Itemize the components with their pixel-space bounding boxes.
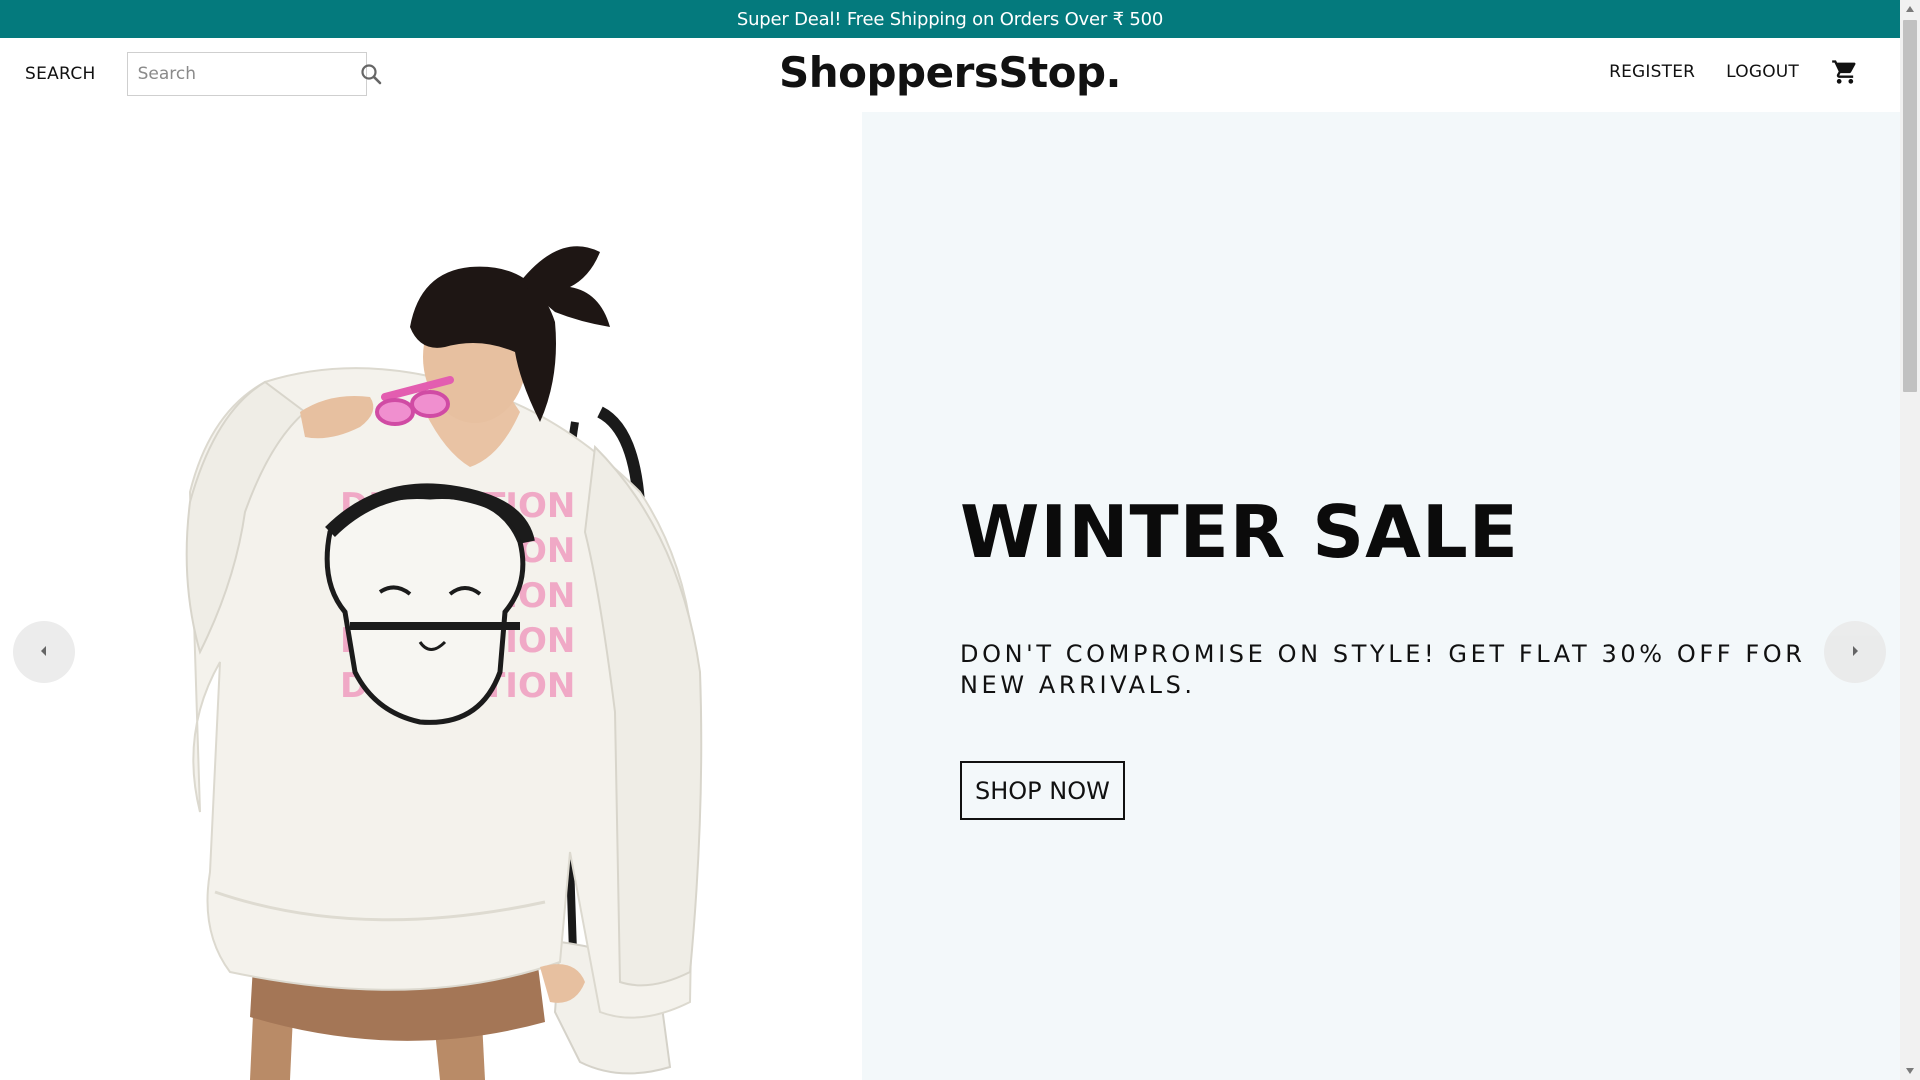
announcement-bar: Super Deal! Free Shipping on Orders Over… xyxy=(0,0,1900,38)
search-box[interactable] xyxy=(126,52,381,96)
search-input[interactable] xyxy=(135,53,359,95)
model-image: DISTORTION DISTORTION DISTORTION DISTORT… xyxy=(185,246,703,1080)
announcement-text: Super Deal! Free Shipping on Orders Over… xyxy=(736,8,1164,30)
nav-left: SEARCH xyxy=(25,52,381,96)
slide-info: WINTER SALE DON'T COMPROMISE ON STYLE! G… xyxy=(862,112,1900,1080)
register-link[interactable]: REGISTER xyxy=(1609,62,1695,82)
scroll-down-arrow-icon[interactable] xyxy=(1900,1062,1920,1080)
slider-prev-button[interactable] xyxy=(13,621,75,683)
chevron-right-icon xyxy=(1848,643,1862,662)
navbar: SEARCH ShoppersStop. REGISTER LOGOUT xyxy=(0,38,1900,112)
slide-description: DON'T COMPROMISE ON STYLE! GET FLAT 30% … xyxy=(960,640,1806,699)
slide-image: DISTORTION DISTORTION DISTORTION DISTORT… xyxy=(0,112,862,1080)
logout-link[interactable]: LOGOUT xyxy=(1726,62,1799,82)
shop-now-button[interactable]: SHOP NOW xyxy=(960,761,1125,820)
search-icon[interactable] xyxy=(359,60,383,88)
page-scrollbar[interactable] xyxy=(1900,0,1920,1080)
hero-slider: DISTORTION DISTORTION DISTORTION DISTORT… xyxy=(0,112,1900,1080)
site-logo[interactable]: ShoppersStop. xyxy=(779,48,1122,97)
search-label: SEARCH xyxy=(25,64,96,84)
slider-next-button[interactable] xyxy=(1824,621,1886,683)
slide-title: WINTER SALE xyxy=(960,490,1519,574)
scrollbar-thumb[interactable] xyxy=(1903,20,1917,392)
page: Super Deal! Free Shipping on Orders Over… xyxy=(0,0,1920,1080)
nav-right: REGISTER LOGOUT xyxy=(1578,50,1860,94)
shopping-cart-icon[interactable] xyxy=(1830,57,1860,87)
chevron-left-icon xyxy=(37,643,51,662)
scroll-up-arrow-icon[interactable] xyxy=(1900,0,1920,18)
